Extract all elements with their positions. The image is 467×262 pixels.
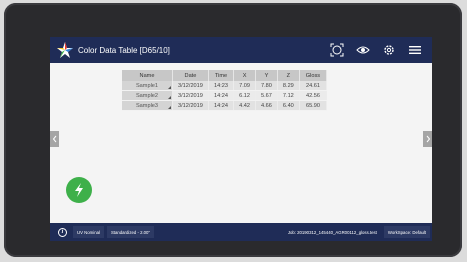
cell-date: 3/12/2019 <box>172 81 209 91</box>
table-row[interactable]: Sample3 3/12/2019 14:24 4.42 4.66 6.40 6… <box>122 100 328 111</box>
cell-time: 14:24 <box>208 90 235 101</box>
lightning-bolt-icon <box>75 183 83 197</box>
previous-page-button[interactable] <box>50 131 59 147</box>
table-header-row: Name Date Time X Y Z Gloss <box>122 70 328 81</box>
uv-status[interactable]: UV Nominal <box>73 226 104 238</box>
chevron-right-icon <box>426 135 430 143</box>
cell-z: 6.40 <box>277 100 300 111</box>
table-row[interactable]: Sample1 3/12/2019 14:23 7.09 7.80 8.29 2… <box>122 81 328 91</box>
cell-gloss: 65.90 <box>299 100 328 111</box>
app-logo-icon <box>56 41 74 59</box>
cell-x: 7.09 <box>233 81 257 91</box>
cell-time: 14:23 <box>208 81 235 91</box>
cell-name: Sample1 <box>122 81 173 91</box>
cell-y: 7.80 <box>255 81 278 91</box>
cell-y: 4.66 <box>255 100 278 111</box>
cell-z: 7.12 <box>277 90 300 101</box>
cell-y: 5.67 <box>255 90 278 101</box>
menu-icon[interactable] <box>406 41 424 59</box>
measure-target-icon[interactable] <box>328 41 346 59</box>
column-header-x[interactable]: X <box>233 70 257 81</box>
cell-x: 6.12 <box>233 90 257 101</box>
workspace-status[interactable]: WorkSpace: Default <box>383 226 430 238</box>
standardized-status[interactable]: Standardized - 2.00" <box>106 226 154 238</box>
column-header-gloss[interactable]: Gloss <box>299 70 328 81</box>
column-header-date[interactable]: Date <box>172 70 209 81</box>
column-header-z[interactable]: Z <box>277 70 300 81</box>
top-bar: Color Data Table [D65/10] <box>50 37 432 63</box>
cell-gloss: 42.56 <box>299 90 328 101</box>
page-title: Color Data Table [D65/10] <box>78 45 170 55</box>
color-data-table: Name Date Time X Y Z Gloss Sample1 3/12/… <box>122 70 328 111</box>
cell-time: 14:24 <box>208 100 235 111</box>
tablet-frame: Color Data Table [D65/10] Name Date Time… <box>4 3 462 257</box>
table-row[interactable]: Sample2 3/12/2019 14:24 6.12 5.67 7.12 4… <box>122 90 328 101</box>
status-bar: i UV Nominal Standardized - 2.00" Job: 2… <box>50 223 432 241</box>
cell-name: Sample2 <box>122 90 173 101</box>
settings-gear-icon[interactable] <box>380 41 398 59</box>
cell-name: Sample3 <box>122 100 173 111</box>
column-header-time[interactable]: Time <box>208 70 235 81</box>
job-status[interactable]: Job: 20190312_145440_AGR00112_gloss.test <box>284 226 381 238</box>
column-header-name[interactable]: Name <box>122 70 173 81</box>
next-page-button[interactable] <box>423 131 432 147</box>
column-header-y[interactable]: Y <box>255 70 278 81</box>
cell-date: 3/12/2019 <box>172 100 209 111</box>
view-eye-icon[interactable] <box>354 41 372 59</box>
cell-gloss: 24.61 <box>299 81 328 91</box>
cell-date: 3/12/2019 <box>172 90 209 101</box>
cell-z: 8.29 <box>277 81 300 91</box>
app-screen: Color Data Table [D65/10] Name Date Time… <box>50 37 432 241</box>
chevron-left-icon <box>52 135 56 143</box>
measure-button[interactable] <box>66 177 92 203</box>
info-icon[interactable]: i <box>58 227 67 237</box>
cell-x: 4.42 <box>233 100 257 111</box>
